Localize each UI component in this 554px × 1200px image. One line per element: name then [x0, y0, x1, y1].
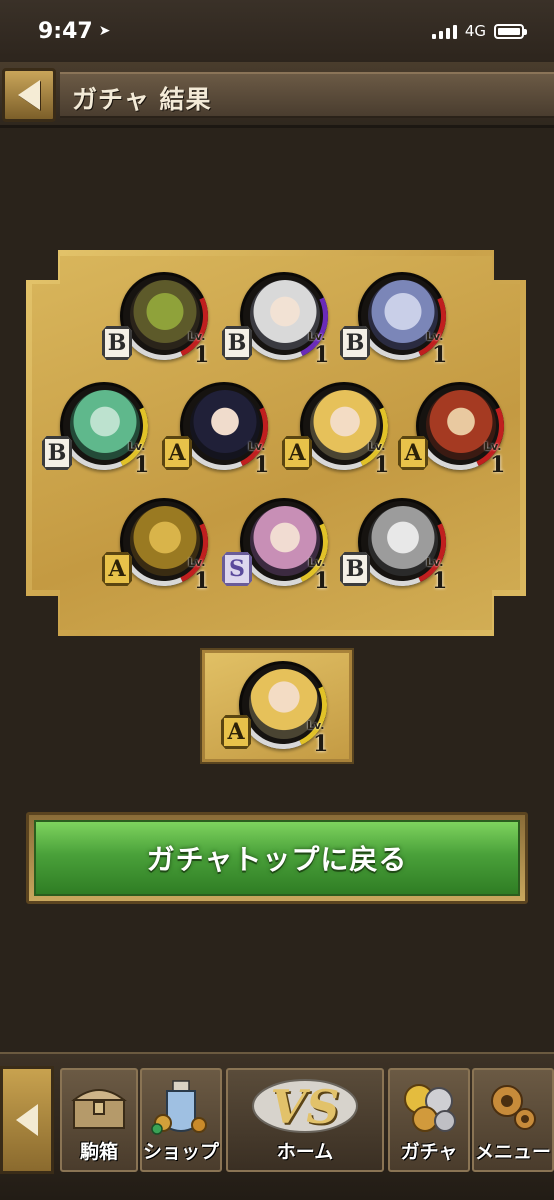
- nav-item-home[interactable]: VS ホーム: [226, 1068, 384, 1172]
- rank-badge: B: [102, 326, 132, 360]
- level-value: 1: [314, 342, 330, 368]
- rank-badge: A: [282, 436, 312, 470]
- level-value: 1: [374, 452, 390, 478]
- level-value: 1: [490, 452, 506, 478]
- coins-icon: [398, 1076, 460, 1138]
- chest-icon: [68, 1076, 130, 1138]
- nav-item-menu[interactable]: メニュー: [472, 1068, 554, 1172]
- result-character-icon[interactable]: A Lv. 1: [398, 369, 517, 483]
- gear-icon: [482, 1076, 544, 1138]
- featured-result-box: A Lv. 1: [202, 648, 352, 762]
- network-type: 4G: [464, 22, 486, 40]
- nav-label: メニュー: [474, 1141, 551, 1163]
- return-to-gacha-top-button[interactable]: ガチャトップに戻る: [26, 812, 528, 904]
- result-character-icon[interactable]: B Lv. 1: [340, 259, 459, 373]
- rank-badge: B: [42, 436, 72, 470]
- back-arrow-icon: [18, 80, 40, 110]
- rank-badge: A: [162, 436, 192, 470]
- result-character-icon[interactable]: A Lv. 1: [102, 485, 221, 599]
- nav-back-arrow-icon: [16, 1104, 38, 1136]
- gacha-result-panel: B Lv. 1 B Lv. 1 B Lv. 1 B Lv. 1 A Lv. 1 A Lv. 1 A Lv. 1 A Lv. 1…: [26, 250, 526, 636]
- nav-back-button[interactable]: [0, 1066, 54, 1174]
- status-time: 9:47: [38, 18, 93, 44]
- level-value: 1: [194, 568, 210, 594]
- result-character-icon[interactable]: A Lv. 1: [162, 369, 281, 483]
- result-character-icon[interactable]: B Lv. 1: [42, 369, 161, 483]
- nav-label: ホーム: [276, 1141, 334, 1163]
- back-button[interactable]: [2, 68, 56, 122]
- signal-icon: [431, 23, 457, 39]
- nav-item-shop[interactable]: ショップ: [140, 1068, 222, 1172]
- level-value: 1: [313, 731, 329, 757]
- result-character-icon[interactable]: S Lv. 1: [222, 485, 341, 599]
- rank-badge: B: [340, 552, 370, 586]
- result-character-icon[interactable]: B Lv. 1: [222, 259, 341, 373]
- level-value: 1: [134, 452, 150, 478]
- level-value: 1: [432, 568, 448, 594]
- nav-item-komabako[interactable]: 駒箱: [60, 1068, 138, 1172]
- nav-item-gacha[interactable]: ガチャ: [388, 1068, 470, 1172]
- result-character-icon[interactable]: B Lv. 1: [102, 259, 221, 373]
- page-title: ガチャ 結果: [72, 85, 212, 114]
- bottom-nav: 駒箱 ショップ VS ホーム ガチャ メニュー: [0, 1052, 554, 1200]
- vs-logo: VS: [270, 1080, 340, 1134]
- result-character-icon[interactable]: A Lv. 1: [282, 369, 401, 483]
- nav-label: 駒箱: [79, 1141, 118, 1163]
- nav-label: ガチャ: [400, 1141, 458, 1163]
- location-arrow-icon: ➤: [98, 23, 111, 39]
- level-value: 1: [432, 342, 448, 368]
- nav-label: ショップ: [142, 1141, 219, 1163]
- featured-character-icon[interactable]: A Lv. 1: [221, 648, 340, 762]
- rank-badge: A: [102, 552, 132, 586]
- rank-badge: S: [222, 552, 252, 586]
- status-bar: 9:47 ➤ 4G: [0, 0, 554, 62]
- rank-badge: A: [221, 715, 251, 749]
- battery-icon: [494, 23, 527, 39]
- level-value: 1: [194, 342, 210, 368]
- rank-badge: A: [398, 436, 428, 470]
- vs-icon: VS: [230, 1076, 380, 1138]
- return-button-label: ガチャトップに戻る: [146, 843, 408, 876]
- result-character-icon[interactable]: B Lv. 1: [340, 485, 459, 599]
- potion-icon: [150, 1076, 212, 1138]
- rank-badge: B: [340, 326, 370, 360]
- level-value: 1: [314, 568, 330, 594]
- rank-badge: B: [222, 326, 252, 360]
- level-value: 1: [254, 452, 270, 478]
- header-bar: ガチャ 結果: [0, 62, 554, 128]
